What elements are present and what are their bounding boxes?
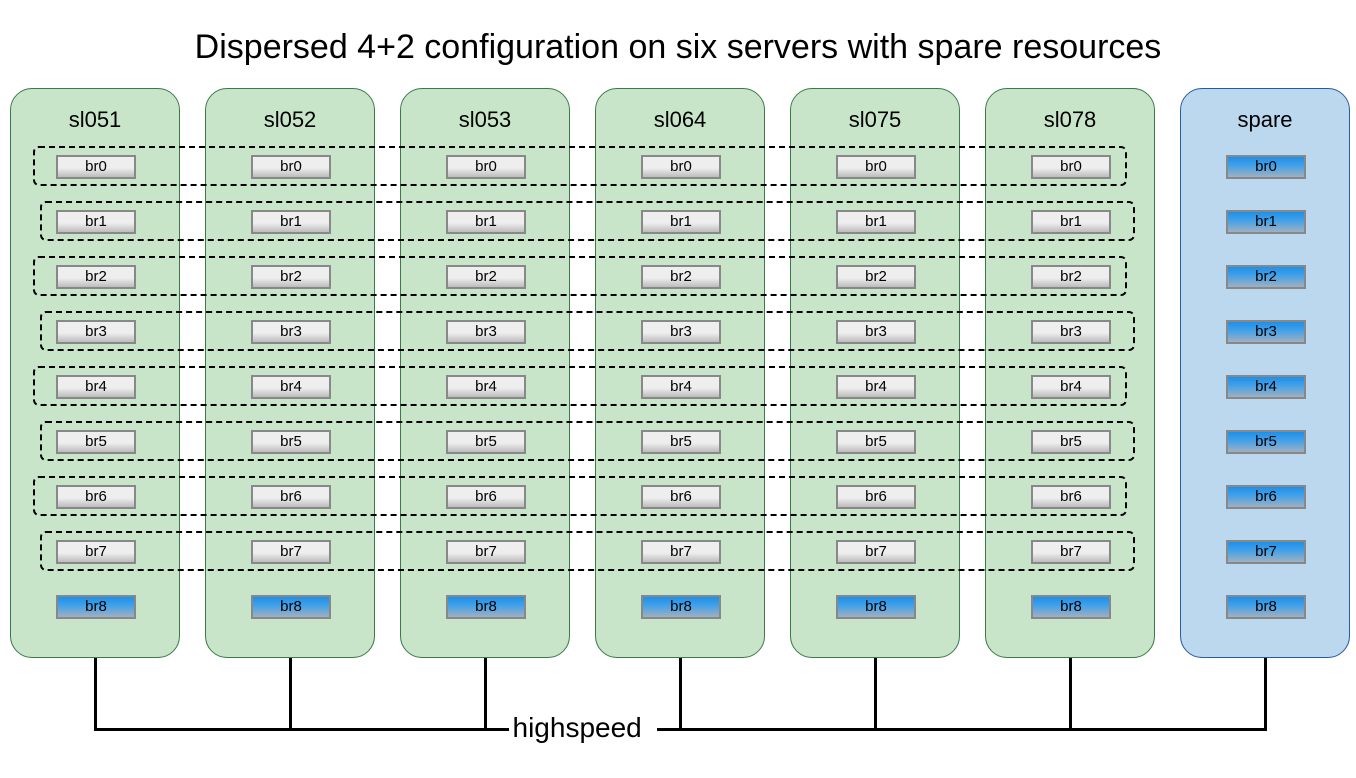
- disperse-set-row-0: [33, 146, 1127, 186]
- disperse-set-row-2: [33, 256, 1127, 296]
- disperse-set-row-5: [40, 421, 1135, 461]
- brick-br8: br8: [1226, 595, 1306, 619]
- server-label: sl051: [11, 107, 179, 133]
- network-drop: [289, 658, 292, 731]
- server-label: sl075: [791, 107, 959, 133]
- network-label: highspeed: [513, 712, 642, 744]
- brick-br8: br8: [56, 595, 136, 619]
- network-drop: [94, 658, 97, 731]
- disperse-set-row-3: [40, 311, 1135, 351]
- brick-br8: br8: [446, 595, 526, 619]
- network-bus: [657, 728, 1266, 731]
- disperse-set-row-1: [40, 201, 1135, 241]
- network-drop: [484, 658, 487, 731]
- network-drop: [1069, 658, 1072, 731]
- disperse-set-row-7: [40, 531, 1135, 571]
- diagram-title: Dispersed 4+2 configuration on six serve…: [0, 28, 1356, 67]
- network-drop: [1264, 658, 1267, 731]
- server-label: sl078: [986, 107, 1154, 133]
- brick-br8: br8: [1031, 595, 1111, 619]
- disperse-set-row-4: [33, 366, 1127, 406]
- brick-br0: br0: [1226, 155, 1306, 179]
- brick-br4: br4: [1226, 375, 1306, 399]
- brick-br3: br3: [1226, 320, 1306, 344]
- brick-br8: br8: [641, 595, 721, 619]
- network-bus: [95, 728, 509, 731]
- brick-br7: br7: [1226, 540, 1306, 564]
- server-label: sl052: [206, 107, 374, 133]
- brick-br8: br8: [251, 595, 331, 619]
- brick-br2: br2: [1226, 265, 1306, 289]
- brick-br1: br1: [1226, 210, 1306, 234]
- network-drop: [679, 658, 682, 731]
- brick-br5: br5: [1226, 430, 1306, 454]
- server-label: sl064: [596, 107, 764, 133]
- server-label: sl053: [401, 107, 569, 133]
- network-drop: [874, 658, 877, 731]
- server-label: spare: [1181, 107, 1349, 133]
- brick-br8: br8: [836, 595, 916, 619]
- brick-br6: br6: [1226, 485, 1306, 509]
- server-spare: spare br0 br1 br2 br3 br4 br5 br6 br7 br8: [1180, 88, 1350, 658]
- disperse-set-row-6: [33, 476, 1127, 516]
